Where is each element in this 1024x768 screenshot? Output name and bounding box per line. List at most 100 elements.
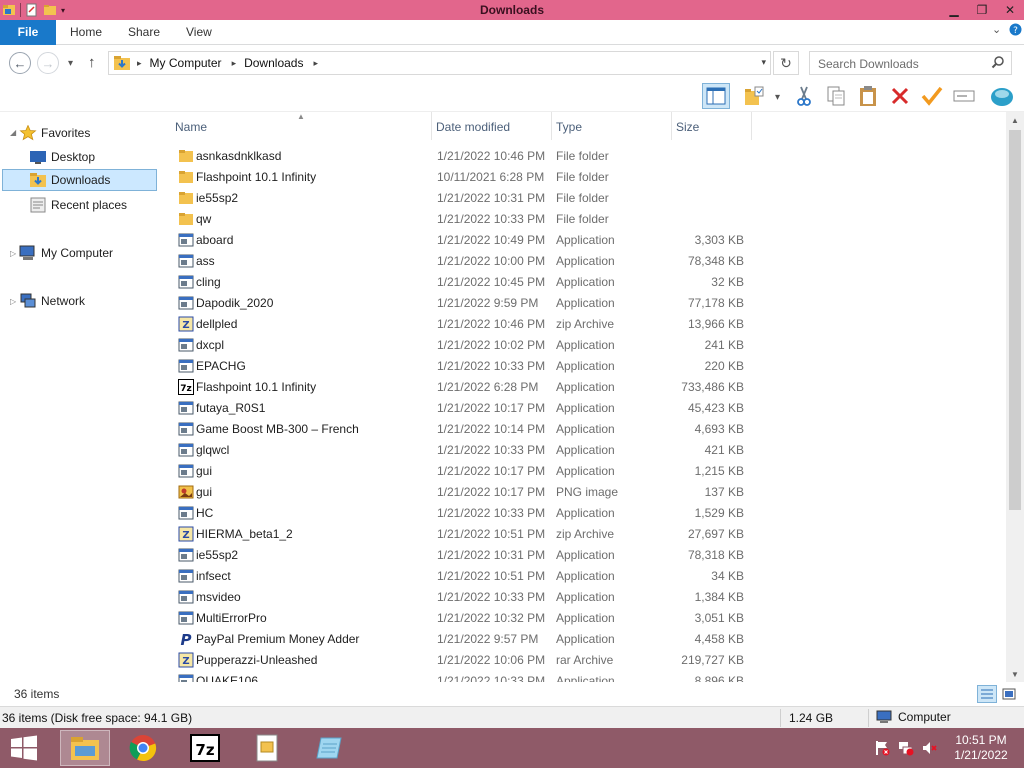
file-row[interactable]: dxcpl 1/21/2022 10:02 PM Application 241 KB [160, 335, 1006, 356]
forward-button[interactable]: → [37, 52, 59, 74]
taskbar-chrome[interactable] [118, 730, 168, 766]
options-dropdown-icon[interactable]: ▾ [775, 92, 780, 103]
address-bar[interactable]: ▸ My Computer ▸ Downloads ▸ ▾ [108, 51, 771, 75]
nav-recent-places[interactable]: Recent places [29, 194, 154, 216]
rename-button[interactable] [950, 83, 978, 109]
ribbon-expand-icon[interactable]: ⌄ [992, 23, 1001, 36]
delete-button[interactable] [886, 83, 914, 109]
column-header-size[interactable]: Size [676, 120, 699, 134]
file-row[interactable]: infsect 1/21/2022 10:51 PM Application 34 K… [160, 566, 1006, 587]
tab-view[interactable]: View [186, 20, 212, 45]
file-row[interactable]: ie55sp2 1/21/2022 10:31 PM Application 78,3… [160, 545, 1006, 566]
preview-pane-button[interactable] [702, 83, 730, 109]
file-row[interactable]: gui 1/21/2022 10:17 PM PNG image 137 KB [160, 482, 1006, 503]
file-row[interactable]: QUAKE106 1/21/2022 10:33 PM Application 8,8… [160, 671, 1006, 682]
file-row[interactable]: Z Pupperazzi-Unleashed 1/21/2022 10:06 PM r… [160, 650, 1006, 671]
copy-button[interactable] [822, 83, 850, 109]
breadcrumb-separator-icon[interactable]: ▸ [313, 58, 318, 69]
expand-favorites-icon[interactable]: ◢ [10, 128, 16, 137]
search-icon[interactable] [991, 55, 1005, 69]
file-row[interactable]: P PayPal Premium Money Adder 1/21/2022 9:5… [160, 629, 1006, 650]
nav-desktop[interactable]: Desktop [29, 146, 149, 168]
column-header-name[interactable]: Name [175, 120, 207, 134]
close-button[interactable]: ✕ [996, 0, 1024, 20]
file-row[interactable]: futaya_R0S1 1/21/2022 10:17 PM Application… [160, 398, 1006, 419]
refresh-button[interactable]: ↻ [773, 51, 799, 75]
nav-favorites[interactable]: Favorites [19, 122, 139, 144]
up-button[interactable]: ↑ [88, 54, 96, 71]
network-status-icon[interactable] [898, 740, 914, 756]
file-row[interactable]: asnkasdnklkasd 1/21/2022 10:46 PM File fol… [160, 146, 1006, 167]
search-input[interactable]: Search Downloads [809, 51, 1012, 75]
tab-share[interactable]: Share [128, 20, 160, 45]
status-total-size: 1.24 GB [789, 711, 834, 725]
file-row[interactable]: aboard 1/21/2022 10:49 PM Application 3,303… [160, 230, 1006, 251]
breadcrumb-my-computer[interactable]: My Computer [150, 56, 222, 70]
file-row[interactable]: MultiErrorPro 1/21/2022 10:32 PM Applicati… [160, 608, 1006, 629]
file-row[interactable]: Flashpoint 10.1 Infinity 10/11/2021 6:28 … [160, 167, 1006, 188]
breadcrumb-separator-icon[interactable]: ▸ [232, 58, 237, 69]
cut-button[interactable] [790, 83, 818, 109]
file-row[interactable]: Z HIERMA_beta1_2 1/21/2022 10:51 PM zip Arc… [160, 524, 1006, 545]
recent-locations-dropdown[interactable]: ▾ [68, 58, 73, 69]
file-row[interactable]: msvideo 1/21/2022 10:33 PM Application 1,38… [160, 587, 1006, 608]
file-name: dellpled [196, 317, 238, 331]
paste-button[interactable] [854, 83, 882, 109]
volume-muted-icon[interactable] [922, 740, 938, 756]
maximize-button[interactable]: ❐ [968, 0, 996, 20]
action-center-flag-icon[interactable] [874, 740, 890, 756]
file-row[interactable]: qw 1/21/2022 10:33 PM File folder [160, 209, 1006, 230]
delete-icon [891, 87, 909, 105]
taskbar-documents[interactable] [242, 730, 292, 766]
nav-downloads[interactable]: Downloads [2, 169, 157, 191]
taskbar-file-explorer[interactable] [60, 730, 110, 766]
file-name: cling [196, 275, 221, 289]
address-dropdown-icon[interactable]: ▾ [761, 57, 766, 68]
column-header-date[interactable]: Date modified [436, 120, 510, 134]
file-row[interactable]: cling 1/21/2022 10:45 PM Application 32 KB [160, 272, 1006, 293]
file-row[interactable]: ass 1/21/2022 10:00 PM Application 78,348 K… [160, 251, 1006, 272]
large-icons-view-button[interactable] [999, 685, 1019, 703]
file-name: Flashpoint 10.1 Infinity [196, 170, 317, 184]
svg-text:?: ? [1013, 26, 1018, 36]
file-row[interactable]: EPACHG 1/21/2022 10:33 PM Application 220 K… [160, 356, 1006, 377]
start-button[interactable] [8, 733, 40, 763]
address-row: ← → ▾ ↑ ▸ My Computer ▸ Downloads ▸ ▾ ↻ … [0, 46, 1024, 80]
scroll-up-icon[interactable]: ▲ [1006, 112, 1024, 128]
tab-file[interactable]: File [0, 20, 56, 45]
help-icon[interactable]: ? [1009, 23, 1022, 39]
minimize-button[interactable]: ▁ [940, 0, 968, 20]
file-size: 8,896 KB [694, 674, 744, 682]
breadcrumb-downloads[interactable]: Downloads [244, 56, 303, 70]
column-header-type[interactable]: Type [556, 120, 582, 134]
network-globe-button[interactable] [988, 83, 1016, 109]
file-row[interactable]: Game Boost MB-300 – French 1/21/2022 10:1… [160, 419, 1006, 440]
file-row[interactable]: Dapodik_2020 1/21/2022 9:59 PM Application… [160, 293, 1006, 314]
select-button[interactable] [918, 83, 946, 109]
breadcrumb-separator-icon[interactable]: ▸ [137, 58, 142, 69]
file-row[interactable]: 7z Flashpoint 10.1 Infinity 1/21/2022 6:28… [160, 377, 1006, 398]
file-row[interactable]: glqwcl 1/21/2022 10:33 PM Application 421 K… [160, 440, 1006, 461]
file-row[interactable]: HC 1/21/2022 10:33 PM Application 1,529 KB [160, 503, 1006, 524]
details-view-button[interactable] [977, 685, 997, 703]
system-clock[interactable]: 10:51 PM 1/21/2022 [946, 733, 1016, 763]
back-button[interactable]: ← [9, 52, 31, 74]
nav-my-computer[interactable]: My Computer [19, 242, 139, 264]
file-row[interactable]: ie55sp2 1/21/2022 10:31 PM File folder [160, 188, 1006, 209]
expand-computer-icon[interactable]: ▷ [10, 249, 16, 258]
folder-options-button[interactable] [740, 83, 768, 109]
clock-date: 1/21/2022 [954, 748, 1008, 762]
file-row[interactable]: Zdellpled 1/21/2022 10:46 PM zip Archive 13… [160, 314, 1006, 335]
tab-home[interactable]: Home [70, 20, 102, 45]
scroll-thumb[interactable] [1009, 130, 1021, 510]
nav-network[interactable]: Network [19, 290, 139, 312]
file-name: EPACHG [196, 359, 246, 373]
navigation-pane: ◢ Favorites Desktop Downloads Recent pla… [0, 112, 160, 682]
file-row[interactable]: gui 1/21/2022 10:17 PM Application 1,215 KB [160, 461, 1006, 482]
scroll-down-icon[interactable]: ▼ [1006, 666, 1024, 682]
file-name: HIERMA_beta1_2 [196, 527, 293, 541]
taskbar-notepad[interactable] [304, 730, 354, 766]
expand-network-icon[interactable]: ▷ [10, 297, 16, 306]
taskbar-7zip[interactable]: 7z [180, 730, 230, 766]
vertical-scrollbar[interactable]: ▲ ▼ [1006, 112, 1024, 682]
